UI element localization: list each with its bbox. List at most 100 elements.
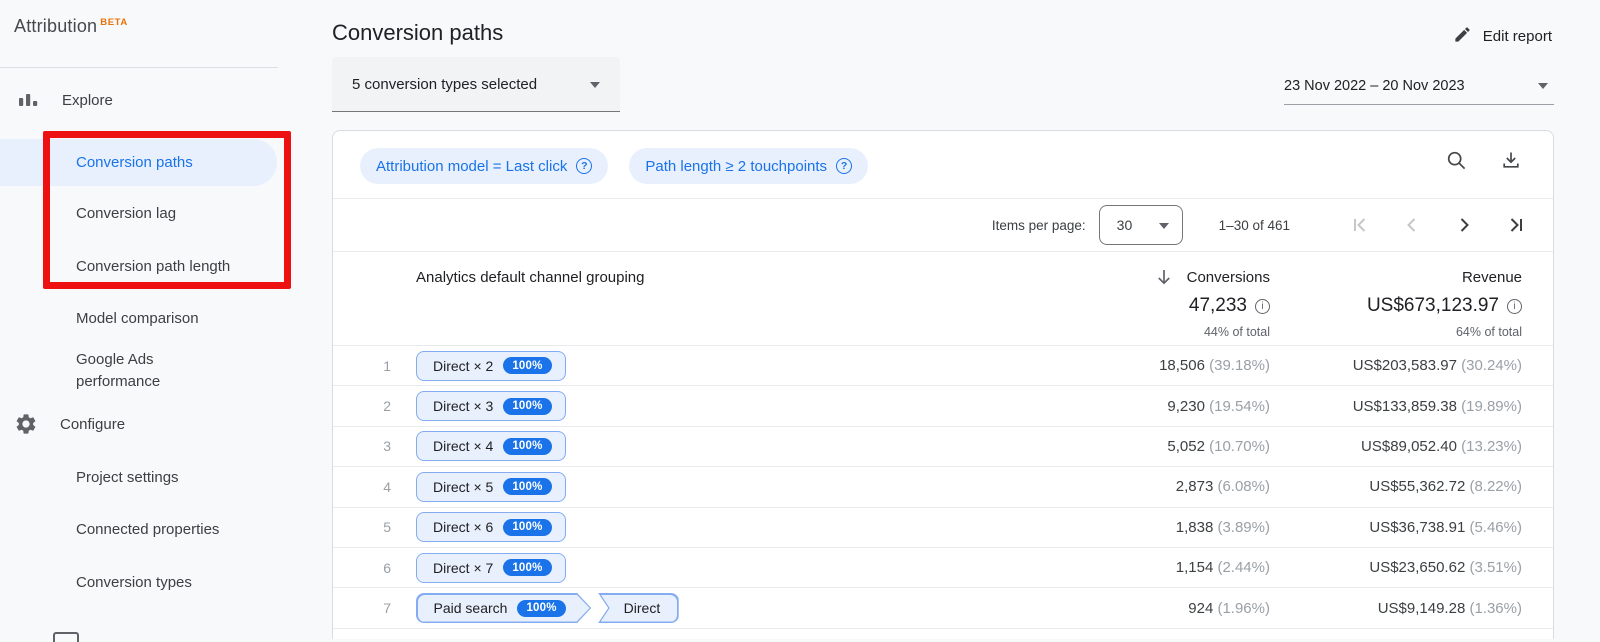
sidebar-item-model-comparison[interactable]: Model comparison xyxy=(76,308,199,330)
edit-report-button[interactable]: Edit report xyxy=(1453,25,1552,48)
column-header-channel-grouping[interactable]: Analytics default channel grouping xyxy=(399,269,950,286)
previous-page-button[interactable] xyxy=(1400,213,1424,237)
next-page-button[interactable] xyxy=(1452,213,1476,237)
report-card: Attribution model = Last click ? Path le… xyxy=(332,130,1554,639)
table-row: 7 Paid search 100% Direct 924 (1.96%) US$9,14… xyxy=(333,588,1553,629)
path-chip: Direct × 7 100% xyxy=(416,552,566,583)
conversions-percent: (1.96%) xyxy=(1213,599,1270,617)
first-page-button[interactable] xyxy=(1348,213,1372,237)
main-content: Conversion paths 5 conversion types sele… xyxy=(332,0,1554,639)
search-icon[interactable] xyxy=(1445,149,1469,173)
conversions-total: 47,233 xyxy=(1188,295,1247,316)
items-per-page-value: 30 xyxy=(1116,217,1133,233)
channel-label: Direct × 2 xyxy=(433,357,494,374)
filter-chip-label: Attribution model = Last click xyxy=(376,157,568,175)
revenue-cell: US$55,362.72 (8.22%) xyxy=(1270,478,1522,495)
sidebar-section-configure[interactable]: Configure xyxy=(14,412,125,436)
beta-badge: BETA xyxy=(100,17,128,28)
conversion-path: Direct × 3 100% xyxy=(399,391,950,422)
sidebar-item-google-ads-performance[interactable]: Google Ads performance xyxy=(76,349,228,393)
filter-chip-attribution-model[interactable]: Attribution model = Last click ? xyxy=(360,148,609,184)
revenue-cell: US$36,738.91 (5.46%) xyxy=(1270,519,1522,536)
conversions-value: 18,506 xyxy=(1159,357,1205,375)
filter-chip-label: Path length ≥ 2 touchpoints xyxy=(645,157,828,175)
revenue-cell: US$89,052.40 (13.23%) xyxy=(1270,438,1522,455)
table-row: 5 Direct × 6 100% 1,838 (3.89%) US$36,738.91… xyxy=(333,508,1553,548)
conversion-path: Paid search 100% Direct xyxy=(399,593,950,624)
chevron-down-icon xyxy=(590,81,600,93)
row-index: 2 xyxy=(383,398,391,415)
column-header-conversions[interactable]: Conversions xyxy=(1187,269,1270,286)
percentage-badge: 100% xyxy=(503,518,552,536)
channel-label: Direct × 3 xyxy=(433,398,494,415)
conversion-path: Direct × 6 100% xyxy=(399,512,950,543)
row-index: 7 xyxy=(383,600,391,617)
conversions-share: 44% of total xyxy=(1203,325,1270,339)
path-chip-arrow: Paid search 100% xyxy=(416,593,591,623)
chevron-down-icon xyxy=(1538,83,1548,94)
edit-report-label: Edit report xyxy=(1482,28,1552,45)
revenue-value: US$9,149.28 xyxy=(1377,599,1466,617)
pagination-range: 1–30 of 461 xyxy=(1218,217,1290,233)
path-chip-inner: Paid search 100% xyxy=(418,595,590,622)
table-row: 4 Direct × 5 100% 2,873 (6.08%) US$55,362.72… xyxy=(333,467,1553,508)
table-row: 1 Direct × 2 100% 18,506 (39.18%) US$203,583… xyxy=(333,346,1553,387)
conversions-value: 5,052 xyxy=(1167,437,1205,455)
help-icon[interactable]: ? xyxy=(836,158,853,174)
download-icon[interactable] xyxy=(1499,149,1523,173)
path-chip-notch: Direct xyxy=(598,593,679,624)
conversions-percent: (2.44%) xyxy=(1213,559,1270,577)
items-per-page-select[interactable]: 30 xyxy=(1098,205,1183,245)
revenue-cell: US$133,859.38 (19.89%) xyxy=(1270,398,1522,415)
last-page-button[interactable] xyxy=(1504,213,1528,237)
help-icon[interactable]: ? xyxy=(576,158,593,174)
revenue-cell: US$9,149.28 (1.36%) xyxy=(1270,600,1522,617)
revenue-value: US$89,052.40 xyxy=(1361,437,1457,455)
sidebar-section-label: Explore xyxy=(62,91,113,109)
revenue-value: US$55,362.72 xyxy=(1369,478,1466,496)
row-index: 3 xyxy=(383,438,391,455)
conversion-types-select[interactable]: 5 conversion types selected xyxy=(332,57,620,112)
path-chip: Direct × 4 100% xyxy=(416,431,566,462)
sidebar-section-explore[interactable]: Explore xyxy=(16,88,113,112)
info-icon[interactable]: i xyxy=(1255,298,1270,314)
channel-label: Direct × 4 xyxy=(433,438,494,455)
clipped-bottom-icon xyxy=(53,632,79,642)
conversions-percent: (6.08%) xyxy=(1213,478,1270,496)
app-title: Attribution BETA xyxy=(14,16,128,37)
column-header-revenue[interactable]: Revenue xyxy=(1462,269,1522,286)
conversions-value: 1,154 xyxy=(1175,559,1214,577)
items-per-page-label: Items per page: xyxy=(991,217,1086,233)
info-icon[interactable]: i xyxy=(1507,298,1522,314)
annotation-red-box xyxy=(43,131,291,289)
conversions-percent: (19.54%) xyxy=(1204,397,1270,415)
table-row: 6 Direct × 7 100% 1,154 (2.44%) US$23,650.62… xyxy=(333,548,1553,589)
conversion-path: Direct × 5 100% xyxy=(399,471,950,502)
sidebar-item-connected-properties[interactable]: Connected properties xyxy=(76,519,219,541)
date-range-picker[interactable]: 23 Nov 2022 – 20 Nov 2023 xyxy=(1284,78,1554,105)
sidebar-item-conversion-types[interactable]: Conversion types xyxy=(76,572,192,594)
revenue-percent: (1.36%) xyxy=(1465,599,1522,617)
revenue-cell: US$23,650.62 (3.51%) xyxy=(1270,559,1522,576)
filter-chip-path-length[interactable]: Path length ≥ 2 touchpoints ? xyxy=(629,148,869,184)
row-index: 4 xyxy=(383,478,391,495)
conversions-percent: (10.70%) xyxy=(1204,437,1270,455)
conversion-path: Direct × 4 100% xyxy=(399,431,950,462)
conversions-cell: 1,154 (2.44%) xyxy=(950,559,1270,576)
percentage-badge: 100% xyxy=(503,437,552,455)
revenue-percent: (13.23%) xyxy=(1456,437,1522,455)
sort-descending-icon[interactable] xyxy=(1154,267,1174,287)
revenue-percent: (8.22%) xyxy=(1465,478,1522,496)
app-root: Attribution BETA Explore Conversion paths… xyxy=(0,0,1600,642)
table-header: Analytics default channel grouping Conve… xyxy=(333,251,1553,346)
table-toolbar xyxy=(1445,149,1523,173)
sidebar-item-project-settings[interactable]: Project settings xyxy=(76,467,179,489)
percentage-badge: 100% xyxy=(503,559,552,577)
page-title: Conversion paths xyxy=(332,20,504,45)
sidebar: Attribution BETA Explore Conversion paths… xyxy=(0,0,291,642)
percentage-badge: 100% xyxy=(503,357,552,375)
conversion-path: Direct × 7 100% xyxy=(399,552,950,583)
revenue-percent: (5.46%) xyxy=(1465,518,1522,536)
channel-label: Direct xyxy=(623,600,661,617)
divider xyxy=(0,67,278,68)
